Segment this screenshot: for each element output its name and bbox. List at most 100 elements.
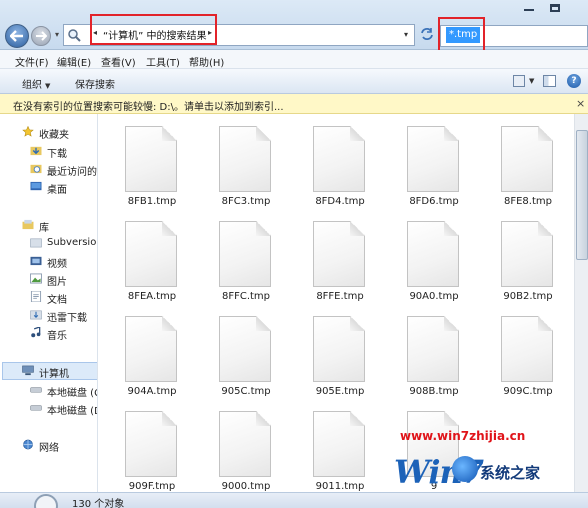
file-corner-fold [538, 126, 553, 141]
file-item[interactable]: 905C.tmp [193, 304, 283, 399]
nav-drive-d-label: 本地磁盘 (D [47, 406, 98, 417]
file-corner-fold [350, 316, 365, 331]
search-folder-icon [68, 29, 81, 42]
file-name: 909C.tmp [503, 386, 553, 397]
file-name: 8FC3.tmp [221, 196, 271, 207]
file-corner-fold [162, 126, 177, 141]
file-corner-fold [256, 316, 271, 331]
thunder-download-icon [30, 310, 42, 320]
file-item[interactable]: 8FD6.tmp [381, 114, 471, 209]
file-item[interactable]: 8FB1.tmp [99, 114, 189, 209]
file-corner-fold [256, 411, 271, 426]
watermark-url: www.win7zhijia.cn [400, 429, 526, 443]
file-item[interactable]: 8FE8.tmp [475, 114, 565, 209]
file-item[interactable]: 8FFC.tmp [193, 209, 283, 304]
scrollbar-thumb[interactable] [576, 130, 588, 260]
nav-subversion-label: Subversion [47, 237, 98, 248]
file-name: 8FD4.tmp [315, 196, 365, 207]
file-corner-fold [162, 221, 177, 236]
nav-favorites-label: 收藏夹 [39, 130, 69, 141]
info-bar-text: 在没有索引的位置搜索可能较慢: D:\。请单击以添加到索引... [13, 102, 284, 113]
file-item[interactable]: 90B2.tmp [475, 209, 565, 304]
change-view-icon[interactable] [513, 75, 525, 87]
star-icon [22, 126, 34, 137]
menu-edit[interactable]: 编辑(E) [57, 54, 91, 69]
file-corner-fold [256, 221, 271, 236]
close-icon[interactable]: × [576, 97, 585, 110]
nav-downloads-label: 下载 [47, 149, 67, 160]
documents-icon [30, 291, 42, 302]
file-name: 90B2.tmp [503, 291, 553, 302]
help-icon[interactable]: ? [567, 74, 581, 88]
file-item[interactable]: 9000.tmp [193, 399, 283, 492]
file-corner-fold [350, 126, 365, 141]
file-item[interactable]: 904A.tmp [99, 304, 189, 399]
maximize-button[interactable] [550, 4, 560, 12]
library-icon [22, 219, 34, 230]
file-corner-fold [162, 411, 177, 426]
breadcrumb-highlight-box [90, 14, 217, 45]
navigation-pane: 收藏夹 下载 最近访问的 桌面 库 Subversion 视频 图片 文档 迅雷… [0, 114, 98, 492]
file-item[interactable]: 8FD4.tmp [287, 114, 377, 209]
refresh-icon[interactable] [420, 27, 434, 41]
nav-desktop-label: 桌面 [47, 185, 67, 196]
command-bar: 组织 ▼ 保存搜索 ▼ ? [0, 69, 588, 94]
recent-pages-chevron-icon[interactable]: ▾ [55, 30, 63, 40]
nav-documents-label: 文档 [47, 295, 67, 306]
watermark-brand: 系统之家 [480, 464, 541, 482]
nav-drive-c-label: 本地磁盘 (C [47, 388, 98, 399]
nav-computer-label: 计算机 [39, 369, 69, 380]
back-button[interactable] [5, 24, 29, 48]
file-item[interactable]: 8FEA.tmp [99, 209, 189, 304]
pictures-icon [30, 273, 42, 284]
save-search-button[interactable]: 保存搜索 [75, 76, 115, 91]
file-item[interactable]: 9011.tmp [287, 399, 377, 492]
address-bar: ▾ ◂ “计算机” 中的搜索结果 ▸ ▾ *.tmp [0, 0, 588, 55]
search-results-icon [34, 494, 58, 508]
menu-view[interactable]: 查看(V) [101, 54, 136, 69]
address-dropdown-icon[interactable]: ▾ [404, 30, 408, 39]
network-icon [23, 439, 33, 450]
file-item[interactable]: 905E.tmp [287, 304, 377, 399]
file-item[interactable]: 8FC3.tmp [193, 114, 283, 209]
organize-label: 组织 [22, 80, 42, 91]
file-item[interactable]: 908B.tmp [381, 304, 471, 399]
forward-button[interactable] [31, 26, 51, 46]
organize-button[interactable]: 组织 ▼ [22, 76, 50, 91]
item-count: 130 个对象 [72, 499, 125, 508]
file-name: 9011.tmp [315, 481, 365, 492]
menu-help[interactable]: 帮助(H) [189, 54, 224, 69]
file-name: 8FB1.tmp [127, 196, 177, 207]
video-icon [30, 256, 42, 266]
nav-videos-label: 视频 [47, 259, 67, 270]
file-corner-fold [538, 221, 553, 236]
index-info-bar[interactable]: 在没有索引的位置搜索可能较慢: D:\。请单击以添加到索引... × [0, 94, 588, 114]
view-dropdown-icon[interactable]: ▼ [529, 77, 534, 85]
menu-file[interactable]: 文件(F) [15, 54, 49, 69]
menu-tools[interactable]: 工具(T) [146, 54, 180, 69]
file-corner-fold [162, 316, 177, 331]
window-controls [514, 2, 588, 16]
file-item[interactable]: 909F.tmp [99, 399, 189, 492]
file-name: 8FFC.tmp [221, 291, 271, 302]
file-name: 908B.tmp [409, 386, 459, 397]
file-corner-fold [444, 221, 459, 236]
music-icon [31, 327, 41, 338]
file-item[interactable]: 909C.tmp [475, 304, 565, 399]
nav-music-label: 音乐 [47, 331, 67, 342]
file-corner-fold [256, 126, 271, 141]
file-name: 9000.tmp [221, 481, 271, 492]
file-name: 90A0.tmp [409, 291, 459, 302]
file-name: 8FE8.tmp [504, 196, 552, 207]
download-folder-icon [30, 146, 42, 156]
arrow-right-icon [36, 31, 47, 41]
file-item[interactable]: 90A0.tmp [381, 209, 471, 304]
file-corner-fold [350, 411, 365, 426]
nav-network-label: 网络 [39, 443, 59, 454]
preview-pane-icon[interactable] [543, 75, 556, 87]
nav-libraries-label: 库 [39, 223, 49, 234]
file-item[interactable]: 8FFE.tmp [287, 209, 377, 304]
nav-recent-label: 最近访问的 [47, 167, 97, 178]
nav-thunder-downloads-label: 迅雷下载 [47, 313, 87, 324]
minimize-button[interactable] [524, 9, 534, 11]
